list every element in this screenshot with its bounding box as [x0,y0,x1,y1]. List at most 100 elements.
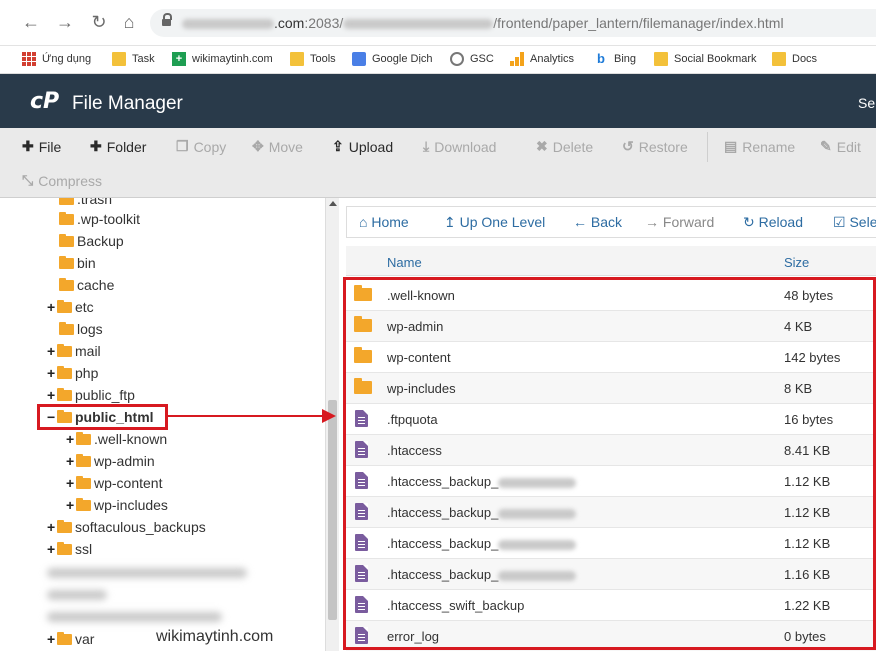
expand-icon[interactable]: + [66,431,76,447]
home-button[interactable]: ⌂ Home [359,214,409,230]
content-nav-bar: ⌂ Home ↥ Up One Level ← Back → Forward ↻… [346,206,876,238]
button-label: Back [590,214,623,230]
tree-item-cache[interactable]: cache [59,275,114,295]
file-toolbar: ✚ File ✚ Folder ❐ Copy ✥ Move ⇪ Upload ⤓ Downl… [0,128,876,198]
forward-arrow-icon[interactable]: → [54,10,76,34]
tree-item-bin[interactable]: bin [59,253,96,273]
expand-icon[interactable]: + [47,343,57,359]
url-path: /frontend/paper_lantern/filemanager/inde… [493,15,784,31]
button-label: Up One Level [459,214,546,230]
tree-item-mail[interactable]: + mail [47,341,101,361]
button-label: Sele [849,214,876,230]
tree-item-etc[interactable]: + etc [47,297,94,317]
expand-icon[interactable]: + [47,365,57,381]
tree-item-redacted[interactable] [47,563,247,583]
back-arrow-icon[interactable]: ← [20,10,42,34]
forward-button[interactable]: → Forward [645,214,714,230]
button-label: File [38,138,62,155]
tree-item-ssl[interactable]: + ssl [47,539,92,559]
bookmark-docs[interactable]: Docs [772,52,817,66]
new-file-button[interactable]: ✚ File [22,138,61,155]
folder-icon [654,52,668,66]
home-icon[interactable]: ⌂ [118,10,140,34]
tree-item-backup[interactable]: Backup [59,231,124,251]
expand-icon[interactable]: + [47,519,57,535]
rename-button[interactable]: ▤ Rename [724,138,795,155]
cpanel-logo-icon[interactable]: cP [30,89,59,114]
expand-icon[interactable]: + [66,475,76,491]
tree-item-label: var [75,631,95,647]
tree-item-label: bin [77,255,96,271]
copy-button[interactable]: ❐ Copy [176,138,226,155]
tree-item-label: .trash [77,198,113,207]
back-button[interactable]: ← Back [573,214,622,230]
bookmark-google-dich[interactable]: Google Dịch [352,52,433,66]
column-size[interactable]: Size [784,255,809,270]
column-name[interactable]: Name [387,255,422,270]
tree-item-trash[interactable]: .trash [59,198,112,209]
tree-item-wp-includes[interactable]: + wp-includes [66,495,168,515]
expand-icon[interactable]: + [47,631,57,647]
bookmark-social[interactable]: Social Bookmark [654,52,757,66]
restore-button[interactable]: ↺ Restore [622,138,688,155]
scroll-up-icon[interactable] [329,201,337,206]
watermark: wikimaytinh.com [156,628,274,645]
folder-icon [76,431,91,445]
tree-item-label: wp-content [94,475,163,491]
tree-item-wp-toolkit[interactable]: .wp-toolkit [59,209,140,229]
reload-icon[interactable]: ↻ [88,10,110,34]
compress-button[interactable]: ⤡ Compress [22,172,102,189]
move-button[interactable]: ✥ Move [252,138,303,155]
tree-item-logs[interactable]: logs [59,319,103,339]
bookmark-wikimaytinh[interactable]: + wikimaytinh.com [172,52,273,66]
select-all-button[interactable]: ☑ Sele [833,214,876,231]
scrollbar-thumb[interactable] [328,400,337,620]
expand-icon[interactable]: + [47,541,57,557]
tree-item-public-ftp[interactable]: + public_ftp [47,385,135,405]
expand-icon[interactable]: + [47,299,57,315]
tree-item-var[interactable]: + var [47,629,94,649]
download-icon: ⤓ [423,138,430,154]
bookmark-analytics[interactable]: Analytics [510,52,574,66]
expand-icon[interactable]: + [47,387,57,403]
button-label: Edit [836,138,861,155]
tree-scrollbar[interactable] [325,198,339,651]
url-bar[interactable]: .com:2083/ /frontend/paper_lantern/filema… [150,9,876,37]
bookmark-bing[interactable]: b Bing [594,52,636,66]
tree-item-php[interactable]: + php [47,363,98,383]
reload-button[interactable]: ↻ Reload [743,214,803,231]
tree-item-label: ssl [75,541,93,557]
tree-item-label: logs [77,321,103,337]
folder-icon [57,631,72,645]
folder-icon [57,343,72,357]
up-one-level-button[interactable]: ↥ Up One Level [444,214,545,231]
tree-item-redacted[interactable] [47,585,107,605]
bookmark-label: GSC [470,53,494,65]
tree-item-wp-content[interactable]: + wp-content [66,473,162,493]
bookmark-task[interactable]: Task [112,52,155,66]
folder-icon [112,52,126,66]
bookmark-tools[interactable]: Tools [290,52,336,66]
tree-item-wp-admin[interactable]: + wp-admin [66,451,155,471]
site-icon: + [172,52,186,66]
move-icon: ✥ [252,138,264,154]
new-folder-button[interactable]: ✚ Folder [90,138,146,155]
level-up-icon: ↥ [444,214,460,230]
bookmark-apps[interactable]: Ứng dụng [22,52,91,66]
expand-icon[interactable]: + [66,497,76,513]
plus-icon: ✚ [22,138,34,154]
tree-item-redacted[interactable] [47,607,222,627]
bookmark-gsc[interactable]: GSC [450,52,494,66]
upload-button[interactable]: ⇪ Upload [332,138,393,155]
expand-icon[interactable]: + [66,453,76,469]
toolbar-divider [707,132,708,162]
header-search[interactable]: Se [858,95,875,111]
tree-item-softaculous-backups[interactable]: + softaculous_backups [47,517,206,537]
browser-address-bar-area: ← → ↻ ⌂ .com:2083/ /frontend/paper_lanter… [0,0,876,46]
gsc-icon [450,52,464,66]
edit-button[interactable]: ✎ Edit [820,138,861,155]
reload-icon: ↻ [743,214,759,230]
delete-button[interactable]: ✖ Delete [536,138,593,155]
tree-item-well-known[interactable]: + .well-known [66,429,167,449]
download-button[interactable]: ⤓ Download [423,138,496,155]
